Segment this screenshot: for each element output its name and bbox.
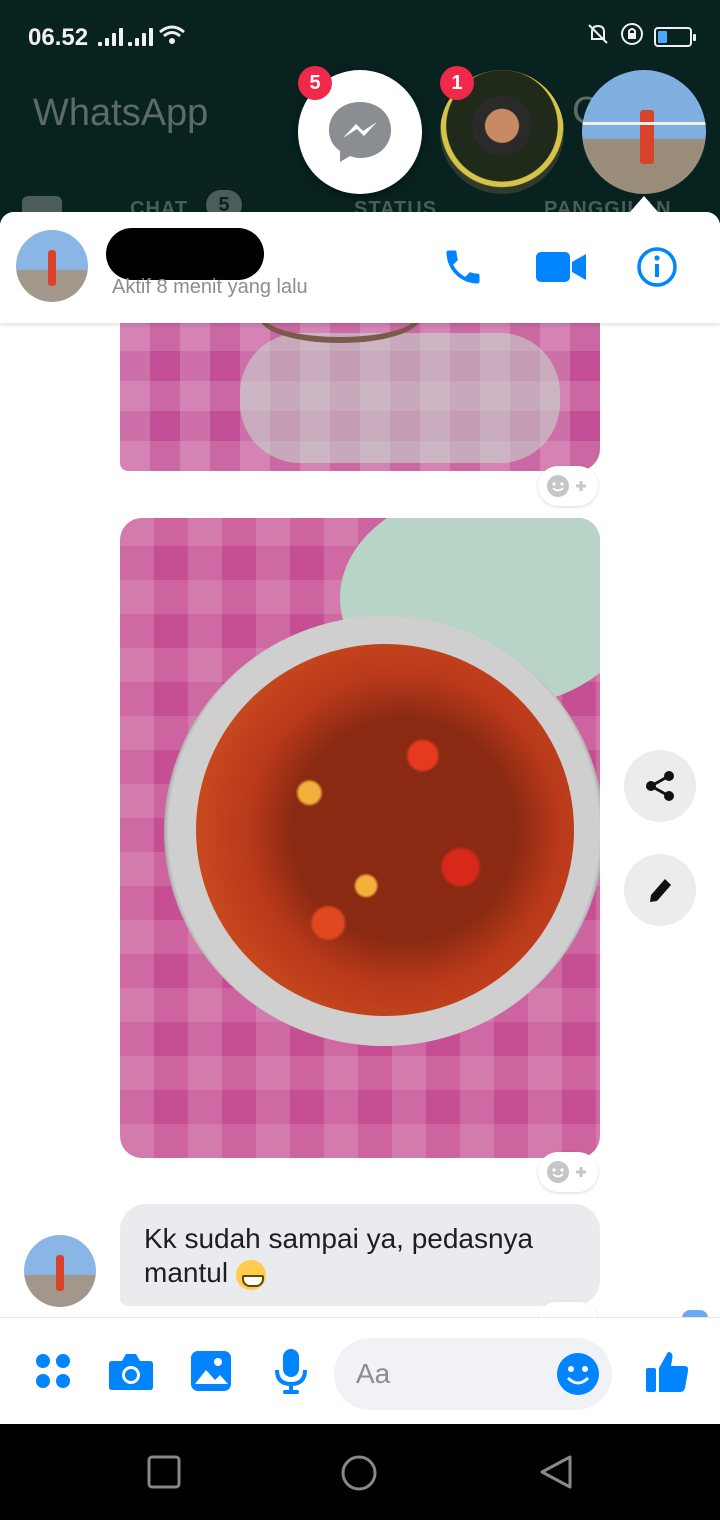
camera-icon[interactable]: [106, 1346, 156, 1396]
sender-avatar[interactable]: [24, 1235, 96, 1307]
add-reaction-icon: [547, 1161, 586, 1183]
add-reaction-icon: [547, 475, 586, 497]
square-icon: [147, 1455, 181, 1489]
messenger-chat-panel: Aktif 8 menit yang lalu Kk sudah sampai …: [0, 212, 720, 1424]
active-status: Aktif 8 menit yang lalu: [112, 276, 308, 298]
message-input[interactable]: Aa: [334, 1338, 612, 1410]
contact-name-redacted[interactable]: [106, 228, 264, 280]
chat-header: Aktif 8 menit yang lalu: [0, 212, 720, 323]
wifi-icon: [158, 24, 186, 51]
signal-icon-2: [128, 28, 153, 46]
message-input-placeholder: Aa: [356, 1358, 391, 1389]
gallery-icon[interactable]: [186, 1346, 236, 1396]
share-button[interactable]: [624, 750, 696, 822]
video-camera-icon[interactable]: [536, 242, 586, 292]
back-triangle-icon: [540, 1455, 572, 1489]
react-button-2[interactable]: [538, 1152, 598, 1192]
message-text: Kk sudah sampai ya, pedasnya mantul: [144, 1223, 534, 1288]
background-app-title: WhatsApp: [33, 92, 209, 134]
lock-rotation-icon: [620, 22, 644, 51]
share-icon: [646, 771, 674, 801]
react-button-1[interactable]: [538, 466, 598, 506]
contact-head-1-badge: 1: [440, 66, 474, 100]
message-composer: Aa: [0, 1317, 720, 1424]
status-bar: 06.52: [0, 0, 720, 72]
edit-icon: [650, 879, 671, 902]
menu-dots-icon[interactable]: [28, 1346, 78, 1396]
signal-icon-1: [98, 28, 123, 46]
system-navigation-bar: [0, 1424, 720, 1520]
status-time: 06.52: [28, 24, 89, 51]
chat-head-pointer: [630, 196, 658, 212]
recent-apps-button[interactable]: [146, 1454, 182, 1490]
battery-icon: [654, 26, 696, 47]
text-message-bubble[interactable]: Kk sudah sampai ya, pedasnya mantul: [120, 1204, 600, 1306]
mute-bell-icon: [586, 22, 610, 51]
image-message-2[interactable]: [120, 518, 600, 1158]
thumbs-up-icon[interactable]: [642, 1346, 692, 1396]
home-button[interactable]: [340, 1454, 377, 1491]
grin-emoji-icon: [235, 1259, 266, 1290]
circle-icon: [341, 1455, 377, 1491]
edit-button[interactable]: [624, 854, 696, 926]
messenger-head-badge: 5: [298, 66, 332, 100]
emoji-icon[interactable]: [556, 1352, 600, 1396]
microphone-icon[interactable]: [266, 1346, 316, 1396]
back-button[interactable]: [538, 1454, 574, 1490]
phone-icon[interactable]: [438, 242, 488, 292]
contact-avatar[interactable]: [16, 230, 88, 302]
info-icon[interactable]: [632, 242, 682, 292]
contact-chat-head-2[interactable]: [582, 70, 706, 194]
image-message-1[interactable]: [120, 323, 600, 471]
